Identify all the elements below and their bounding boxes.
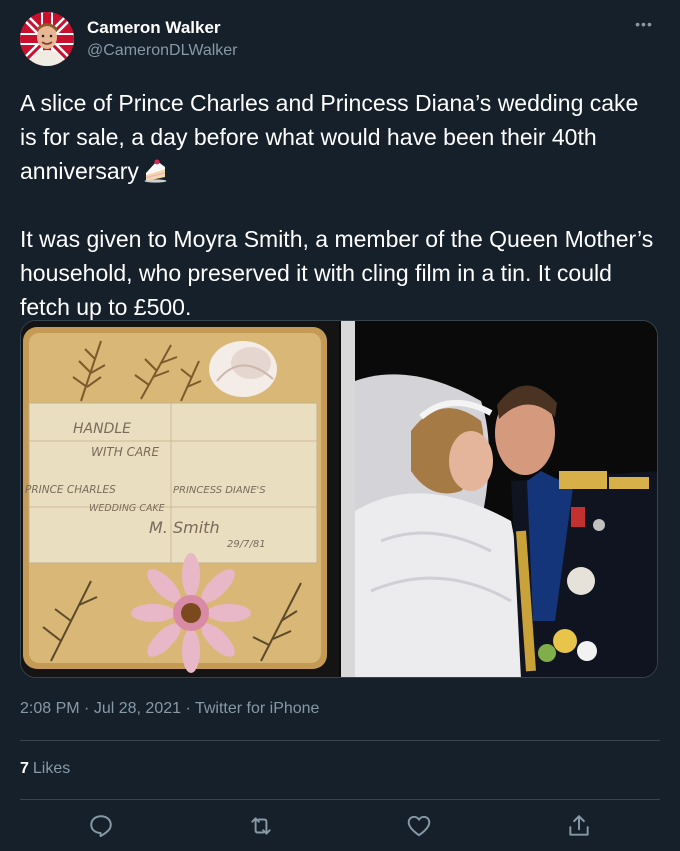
tweet-text: A slice of Prince Charles and Princess D… xyxy=(20,86,660,324)
author-handle[interactable]: @CameronDLWalker xyxy=(87,42,238,60)
share-icon[interactable] xyxy=(566,813,592,839)
tweet-date[interactable]: Jul 28, 2021 xyxy=(94,700,181,717)
tweet-header: Cameron Walker @CameronDLWalker ••• xyxy=(20,12,660,68)
handwriting-with-care: WITH CARE xyxy=(91,445,159,459)
more-horizontal-icon[interactable]: ••• xyxy=(632,16,656,32)
handwriting-handle: HANDLE xyxy=(73,421,131,437)
handwriting-princess-dianes: PRINCESS DIANE'S xyxy=(173,485,266,496)
avatar[interactable] xyxy=(20,12,74,66)
likes-count: 7 xyxy=(20,760,29,777)
handwriting-wedding-cake: WEDDING CAKE xyxy=(89,503,165,514)
meta-separator: · xyxy=(185,700,191,717)
cake-slice-emoji-icon xyxy=(143,157,169,183)
wedding-cake-box-photo[interactable]: HANDLE WITH CARE PRINCE CHARLES PRINCESS… xyxy=(21,321,339,677)
reply-icon[interactable] xyxy=(88,813,114,839)
handwriting-prince-charles: PRINCE CHARLES xyxy=(25,484,116,496)
heart-icon[interactable] xyxy=(406,813,432,839)
meta-separator: · xyxy=(84,700,90,717)
tweet-source[interactable]: Twitter for iPhone xyxy=(195,700,320,717)
tweet-actions xyxy=(20,805,660,845)
author-name[interactable]: Cameron Walker xyxy=(87,18,221,38)
divider xyxy=(20,740,660,741)
handwriting-date: 29/7/81 xyxy=(227,539,266,550)
divider xyxy=(20,799,660,800)
likes-stat[interactable]: 7 Likes xyxy=(20,760,70,778)
tweet-media[interactable]: HANDLE WITH CARE PRINCE CHARLES PRINCESS… xyxy=(20,320,658,678)
retweet-icon[interactable] xyxy=(248,813,274,839)
tweet-time[interactable]: 2:08 PM xyxy=(20,700,80,717)
tweet-paragraph-1: A slice of Prince Charles and Princess D… xyxy=(20,90,645,184)
tweet-paragraph-2: It was given to Moyra Smith, a member of… xyxy=(20,226,660,320)
likes-label: Likes xyxy=(32,760,71,777)
profile-avatar-image xyxy=(20,12,74,66)
handwriting-signature: M. Smith xyxy=(149,518,220,537)
royal-wedding-kiss-photo[interactable] xyxy=(341,321,657,677)
tweet-meta: 2:08 PM · Jul 28, 2021 · Twitter for iPh… xyxy=(20,700,319,718)
